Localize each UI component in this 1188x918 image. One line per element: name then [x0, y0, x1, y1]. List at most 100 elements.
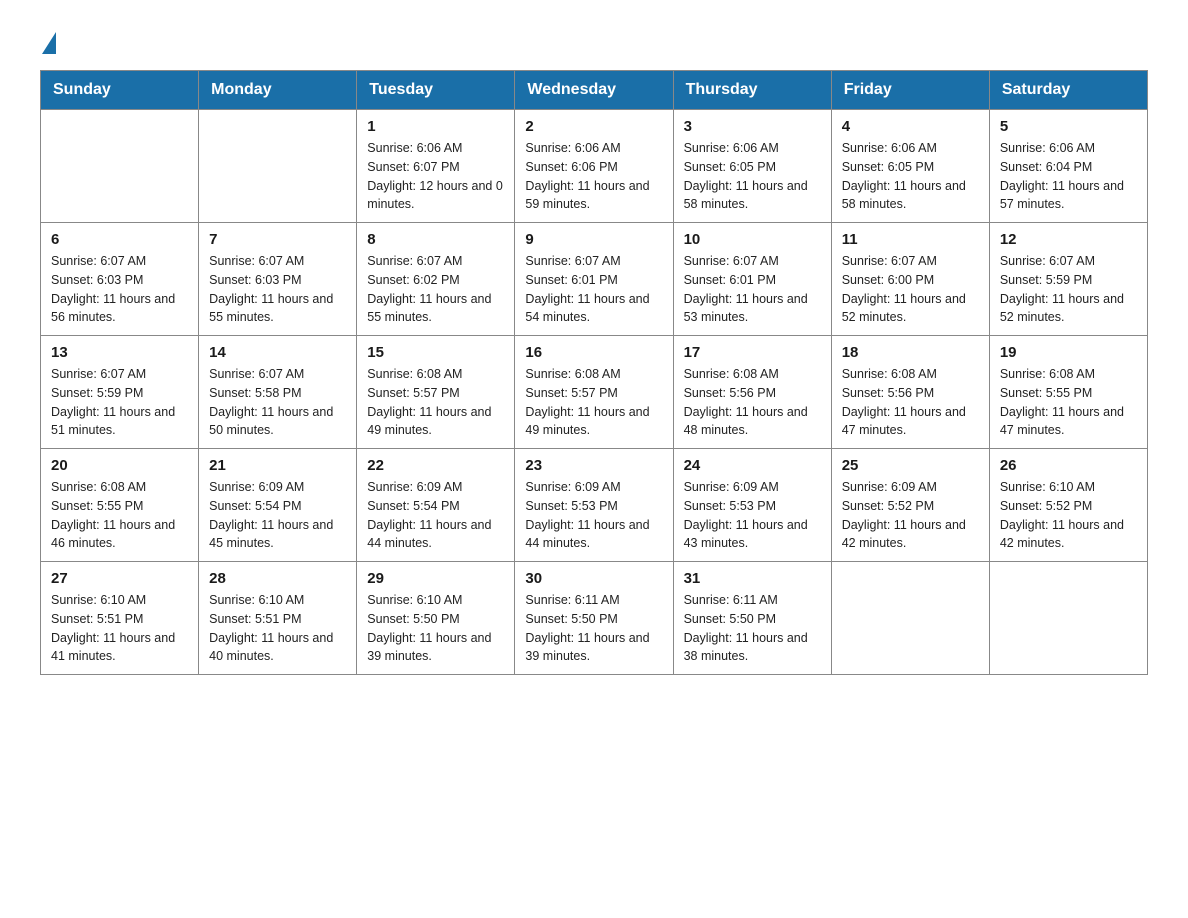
weekday-header: Sunday	[41, 71, 199, 110]
calendar-week-row: 6 Sunrise: 6:07 AM Sunset: 6:03 PM Daylig…	[41, 223, 1148, 336]
day-info: Sunrise: 6:07 AM Sunset: 6:01 PM Dayligh…	[525, 252, 662, 327]
day-number: 8	[367, 231, 504, 248]
day-info: Sunrise: 6:09 AM Sunset: 5:52 PM Dayligh…	[842, 478, 979, 553]
calendar-table: SundayMondayTuesdayWednesdayThursdayFrid…	[40, 70, 1148, 675]
day-info: Sunrise: 6:09 AM Sunset: 5:54 PM Dayligh…	[367, 478, 504, 553]
calendar-cell: 27 Sunrise: 6:10 AM Sunset: 5:51 PM Dayli…	[41, 562, 199, 675]
day-info: Sunrise: 6:09 AM Sunset: 5:54 PM Dayligh…	[209, 478, 346, 553]
day-info: Sunrise: 6:07 AM Sunset: 6:03 PM Dayligh…	[209, 252, 346, 327]
day-number: 7	[209, 231, 346, 248]
day-number: 2	[525, 118, 662, 135]
calendar-cell: 4 Sunrise: 6:06 AM Sunset: 6:05 PM Daylig…	[831, 110, 989, 223]
weekday-header: Friday	[831, 71, 989, 110]
calendar-cell: 28 Sunrise: 6:10 AM Sunset: 5:51 PM Dayli…	[199, 562, 357, 675]
day-info: Sunrise: 6:07 AM Sunset: 6:01 PM Dayligh…	[684, 252, 821, 327]
day-info: Sunrise: 6:10 AM Sunset: 5:51 PM Dayligh…	[51, 591, 188, 666]
day-number: 29	[367, 570, 504, 587]
day-number: 28	[209, 570, 346, 587]
day-number: 22	[367, 457, 504, 474]
calendar-cell: 15Sunrise: 6:08 AM Sunset: 5:57 PM Dayli…	[357, 336, 515, 449]
day-number: 12	[1000, 231, 1137, 248]
calendar-cell: 30 Sunrise: 6:11 AM Sunset: 5:50 PM Dayli…	[515, 562, 673, 675]
calendar-cell: 2 Sunrise: 6:06 AM Sunset: 6:06 PM Daylig…	[515, 110, 673, 223]
day-info: Sunrise: 6:09 AM Sunset: 5:53 PM Dayligh…	[684, 478, 821, 553]
calendar-cell: 20 Sunrise: 6:08 AM Sunset: 5:55 PM Dayli…	[41, 449, 199, 562]
day-info: Sunrise: 6:07 AM Sunset: 5:59 PM Dayligh…	[1000, 252, 1137, 327]
calendar-cell: 8 Sunrise: 6:07 AM Sunset: 6:02 PM Daylig…	[357, 223, 515, 336]
calendar-cell: 18Sunrise: 6:08 AM Sunset: 5:56 PM Dayli…	[831, 336, 989, 449]
calendar-cell: 31Sunrise: 6:11 AM Sunset: 5:50 PM Dayli…	[673, 562, 831, 675]
day-number: 24	[684, 457, 821, 474]
calendar-week-row: 13 Sunrise: 6:07 AM Sunset: 5:59 PM Dayli…	[41, 336, 1148, 449]
calendar-cell: 17 Sunrise: 6:08 AM Sunset: 5:56 PM Dayli…	[673, 336, 831, 449]
calendar-week-row: 20 Sunrise: 6:08 AM Sunset: 5:55 PM Dayli…	[41, 449, 1148, 562]
calendar-cell: 6Sunrise: 6:07 AM Sunset: 6:03 PM Daylig…	[41, 223, 199, 336]
calendar-week-row: 1Sunrise: 6:06 AM Sunset: 6:07 PM Daylig…	[41, 110, 1148, 223]
day-info: Sunrise: 6:07 AM Sunset: 5:58 PM Dayligh…	[209, 365, 346, 440]
calendar-cell: 11 Sunrise: 6:07 AM Sunset: 6:00 PM Dayli…	[831, 223, 989, 336]
calendar-header-row: SundayMondayTuesdayWednesdayThursdayFrid…	[41, 71, 1148, 110]
day-number: 5	[1000, 118, 1137, 135]
day-number: 9	[525, 231, 662, 248]
calendar-cell: 24 Sunrise: 6:09 AM Sunset: 5:53 PM Dayli…	[673, 449, 831, 562]
day-number: 25	[842, 457, 979, 474]
day-number: 20	[51, 457, 188, 474]
day-number: 21	[209, 457, 346, 474]
day-number: 10	[684, 231, 821, 248]
calendar-cell: 16Sunrise: 6:08 AM Sunset: 5:57 PM Dayli…	[515, 336, 673, 449]
day-number: 4	[842, 118, 979, 135]
day-info: Sunrise: 6:06 AM Sunset: 6:04 PM Dayligh…	[1000, 139, 1137, 214]
day-info: Sunrise: 6:06 AM Sunset: 6:06 PM Dayligh…	[525, 139, 662, 214]
weekday-header: Thursday	[673, 71, 831, 110]
weekday-header: Tuesday	[357, 71, 515, 110]
calendar-cell: 7 Sunrise: 6:07 AM Sunset: 6:03 PM Daylig…	[199, 223, 357, 336]
weekday-header: Wednesday	[515, 71, 673, 110]
day-number: 1	[367, 118, 504, 135]
day-number: 31	[684, 570, 821, 587]
day-number: 11	[842, 231, 979, 248]
day-info: Sunrise: 6:07 AM Sunset: 5:59 PM Dayligh…	[51, 365, 188, 440]
logo	[40, 30, 56, 50]
weekday-header: Saturday	[989, 71, 1147, 110]
calendar-cell: 23 Sunrise: 6:09 AM Sunset: 5:53 PM Dayli…	[515, 449, 673, 562]
day-number: 6	[51, 231, 188, 248]
day-info: Sunrise: 6:08 AM Sunset: 5:56 PM Dayligh…	[684, 365, 821, 440]
day-number: 14	[209, 344, 346, 361]
calendar-cell: 5 Sunrise: 6:06 AM Sunset: 6:04 PM Daylig…	[989, 110, 1147, 223]
day-info: Sunrise: 6:08 AM Sunset: 5:55 PM Dayligh…	[51, 478, 188, 553]
day-number: 3	[684, 118, 821, 135]
day-info: Sunrise: 6:07 AM Sunset: 6:00 PM Dayligh…	[842, 252, 979, 327]
calendar-cell: 25 Sunrise: 6:09 AM Sunset: 5:52 PM Dayli…	[831, 449, 989, 562]
day-info: Sunrise: 6:08 AM Sunset: 5:56 PM Dayligh…	[842, 365, 979, 440]
day-number: 26	[1000, 457, 1137, 474]
logo-triangle-icon	[42, 32, 56, 54]
day-number: 17	[684, 344, 821, 361]
calendar-week-row: 27 Sunrise: 6:10 AM Sunset: 5:51 PM Dayli…	[41, 562, 1148, 675]
page-header	[40, 30, 1148, 50]
calendar-cell	[41, 110, 199, 223]
day-info: Sunrise: 6:06 AM Sunset: 6:05 PM Dayligh…	[684, 139, 821, 214]
calendar-cell: 1Sunrise: 6:06 AM Sunset: 6:07 PM Daylig…	[357, 110, 515, 223]
calendar-cell: 9 Sunrise: 6:07 AM Sunset: 6:01 PM Daylig…	[515, 223, 673, 336]
day-info: Sunrise: 6:08 AM Sunset: 5:57 PM Dayligh…	[367, 365, 504, 440]
day-info: Sunrise: 6:11 AM Sunset: 5:50 PM Dayligh…	[525, 591, 662, 666]
day-info: Sunrise: 6:10 AM Sunset: 5:51 PM Dayligh…	[209, 591, 346, 666]
day-number: 30	[525, 570, 662, 587]
calendar-cell: 29Sunrise: 6:10 AM Sunset: 5:50 PM Dayli…	[357, 562, 515, 675]
calendar-cell	[199, 110, 357, 223]
calendar-cell: 3 Sunrise: 6:06 AM Sunset: 6:05 PM Daylig…	[673, 110, 831, 223]
calendar-cell	[989, 562, 1147, 675]
calendar-cell: 14 Sunrise: 6:07 AM Sunset: 5:58 PM Dayli…	[199, 336, 357, 449]
day-info: Sunrise: 6:08 AM Sunset: 5:57 PM Dayligh…	[525, 365, 662, 440]
day-number: 27	[51, 570, 188, 587]
day-info: Sunrise: 6:06 AM Sunset: 6:05 PM Dayligh…	[842, 139, 979, 214]
day-number: 23	[525, 457, 662, 474]
day-info: Sunrise: 6:09 AM Sunset: 5:53 PM Dayligh…	[525, 478, 662, 553]
calendar-cell: 12 Sunrise: 6:07 AM Sunset: 5:59 PM Dayli…	[989, 223, 1147, 336]
day-info: Sunrise: 6:10 AM Sunset: 5:52 PM Dayligh…	[1000, 478, 1137, 553]
day-number: 13	[51, 344, 188, 361]
day-info: Sunrise: 6:07 AM Sunset: 6:02 PM Dayligh…	[367, 252, 504, 327]
day-info: Sunrise: 6:08 AM Sunset: 5:55 PM Dayligh…	[1000, 365, 1137, 440]
calendar-cell: 13 Sunrise: 6:07 AM Sunset: 5:59 PM Dayli…	[41, 336, 199, 449]
calendar-cell: 10 Sunrise: 6:07 AM Sunset: 6:01 PM Dayli…	[673, 223, 831, 336]
